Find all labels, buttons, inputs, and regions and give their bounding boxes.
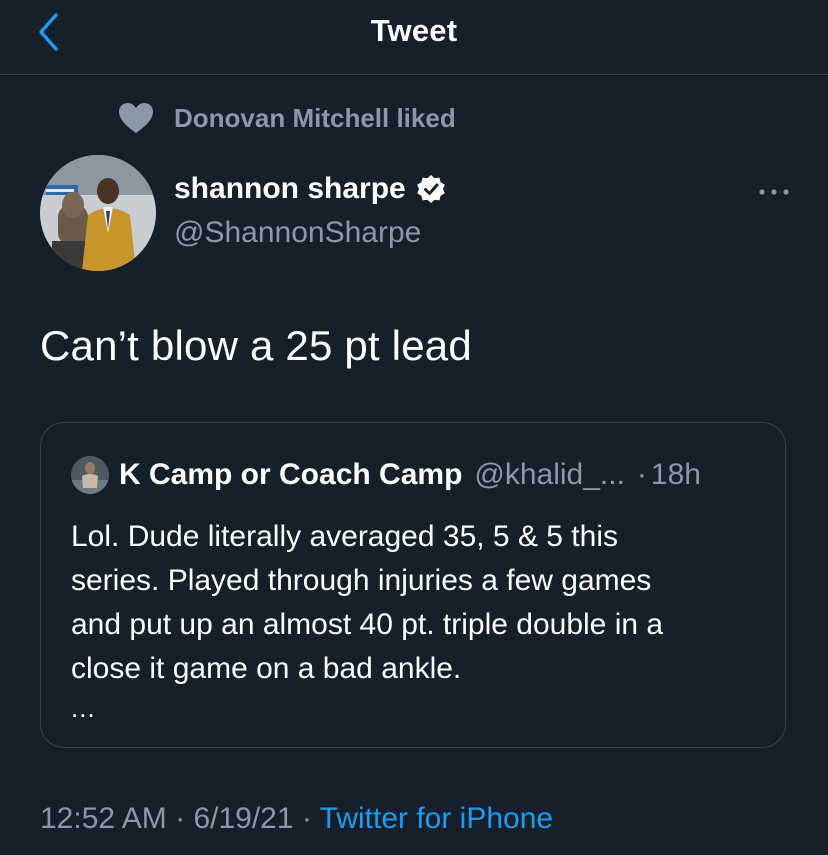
quoted-tweet-line: close it game on a bad ankle. <box>71 652 462 685</box>
meta-separator: · <box>293 802 320 835</box>
tweet-meta: 12:52 AM · 6/19/21 · Twitter for iPhone <box>40 802 553 836</box>
author-display-name: shannon sharpe <box>174 172 406 205</box>
verified-badge-icon <box>416 175 445 203</box>
quoted-tweet-line: Lol. Dude literally averaged 35, 5 & 5 t… <box>71 520 618 553</box>
quoted-tweet-time: 18h <box>650 458 701 491</box>
quoted-tweet-line: and put up an almost 40 pt. triple doubl… <box>71 608 664 641</box>
author-handle[interactable]: @ShannonSharpe <box>174 216 421 250</box>
author-name[interactable]: shannon sharpe <box>174 172 446 206</box>
page-title: Tweet <box>370 13 458 48</box>
quoted-time-separator: · <box>636 458 647 491</box>
more-options-button[interactable] <box>754 180 794 204</box>
tweet-source-link[interactable]: Twitter for iPhone <box>320 802 553 835</box>
quoted-author-name: K Camp or Coach Camp <box>119 458 463 491</box>
top-bar: Tweet <box>0 0 828 75</box>
tweet-date: 6/19/21 <box>193 802 294 835</box>
quoted-avatar-photo <box>71 456 109 494</box>
quoted-tweet-header: K Camp or Coach Camp @khalid_... · 18h <box>71 455 761 495</box>
tweet-text: Can’t blow a 25 pt lead <box>40 322 472 369</box>
heart-icon <box>119 103 153 133</box>
quoted-tweet-truncation: ... <box>71 693 96 723</box>
quoted-tweet-text: Lol. Dude literally averaged 35, 5 & 5 t… <box>71 515 771 691</box>
social-context[interactable]: Donovan Mitchell liked <box>118 100 456 136</box>
author-avatar[interactable] <box>40 155 156 271</box>
quoted-author-avatar <box>71 456 109 494</box>
more-horizontal-icon <box>759 189 789 195</box>
tweet-detail-screen: Tweet Donovan Mitchell liked shannon sha… <box>0 0 828 855</box>
avatar-photo <box>40 155 156 271</box>
quoted-author-handle: @khalid_... <box>474 458 625 491</box>
social-context-text: Donovan Mitchell liked <box>174 102 456 133</box>
quoted-tweet-card[interactable]: K Camp or Coach Camp @khalid_... · 18h L… <box>40 422 786 748</box>
tweet-time: 12:52 AM <box>40 802 167 835</box>
quoted-tweet-line: series. Played through injuries a few ga… <box>71 564 652 597</box>
meta-separator: · <box>166 802 194 835</box>
